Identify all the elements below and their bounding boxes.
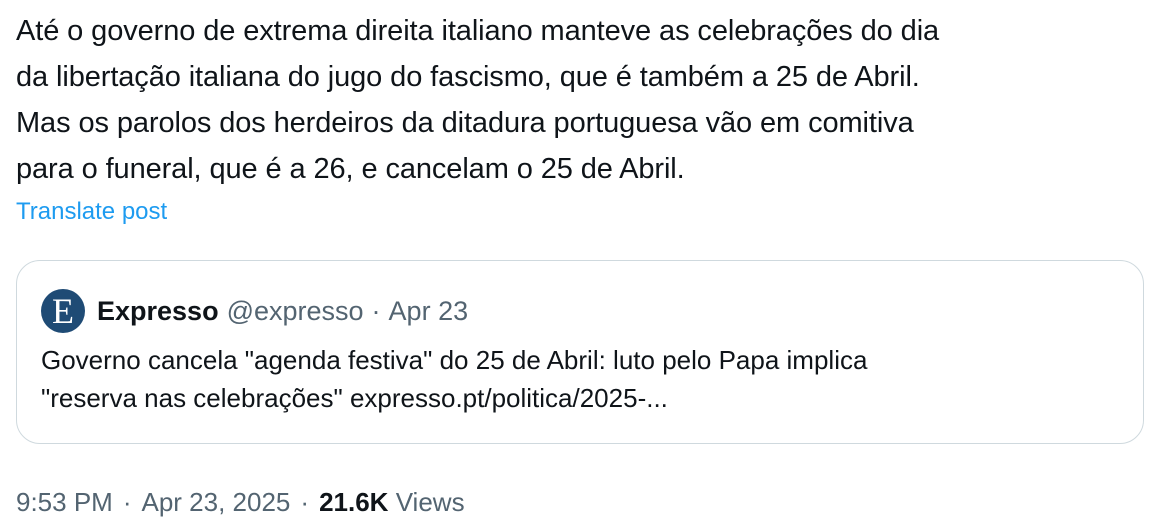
quoted-author-handle[interactable]: @expresso [227,296,364,327]
separator-dot: · [371,295,381,326]
post-text-line: Até o governo de extrema direita italian… [16,15,940,47]
post-metadata: 9:53 PM · Apr 23, 2025 · 21.6K Views [16,484,465,520]
post: Até o governo de extrema direita italian… [16,8,1150,228]
post-text: Até o governo de extrema direita italian… [16,8,1150,192]
translate-post-link[interactable]: Translate post [16,196,167,228]
quoted-post-header: E Expresso @expresso · Apr 23 [41,289,468,333]
views-count[interactable]: 21.6K [319,487,388,517]
views-label[interactable]: Views [396,487,465,517]
post-text-line: Mas os parolos dos herdeiros da ditadura… [16,107,914,139]
expresso-logo-icon: E [52,291,74,331]
quoted-author-name[interactable]: Expresso [97,296,219,327]
quoted-post-text-line: "reserva nas celebrações" expresso.pt/po… [41,383,668,413]
quoted-post-date[interactable]: Apr 23 [389,296,469,327]
quoted-post[interactable]: E Expresso @expresso · Apr 23 Governo ca… [16,260,1144,444]
quoted-post-text: Governo cancela "agenda festiva" do 25 d… [41,341,1121,417]
separator-dot: · [122,487,132,517]
post-text-line: para o funeral, que é a 26, e cancelam o… [16,153,685,185]
post-date[interactable]: Apr 23, 2025 [142,487,291,517]
quoted-post-text-line: Governo cancela "agenda festiva" do 25 d… [41,345,868,375]
avatar[interactable]: E [41,289,85,333]
post-text-line: da libertação italiana do jugo do fascis… [16,61,920,93]
separator-dot: · [300,487,310,517]
post-time[interactable]: 9:53 PM [16,487,113,517]
